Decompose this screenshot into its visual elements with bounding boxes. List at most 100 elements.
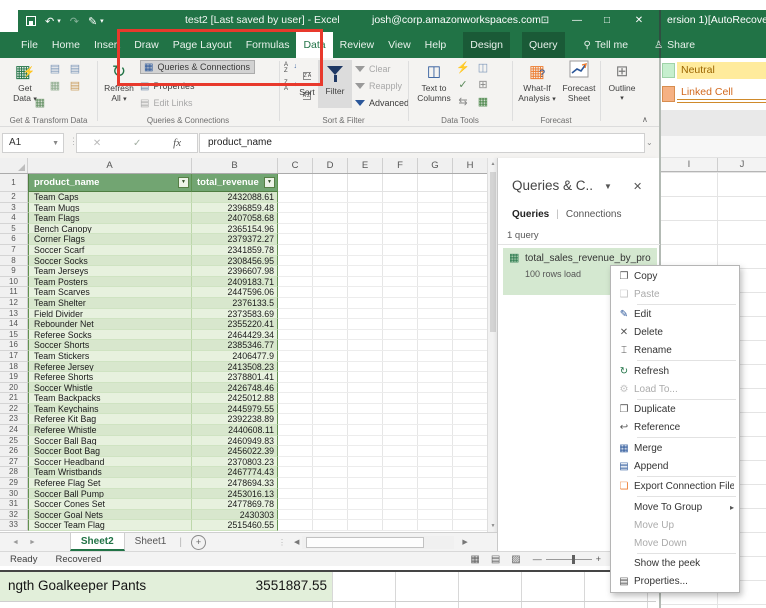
row-number[interactable]: 20: [0, 382, 28, 394]
flash-fill-icon[interactable]: ⚡: [456, 61, 470, 75]
product-name-cell[interactable]: Referee Flag Set: [28, 478, 192, 489]
scrollbar-thumb[interactable]: [489, 172, 496, 332]
table-row[interactable]: 14 Rebounder Net 2355220.41: [0, 319, 488, 330]
ribbon-tab[interactable]: Home: [45, 32, 87, 58]
product-name-cell[interactable]: Soccer Headband: [28, 456, 192, 468]
row-number[interactable]: 5: [0, 223, 28, 235]
product-name-cell[interactable]: Corner Flags: [28, 234, 192, 245]
status-recovered[interactable]: Recovered: [55, 554, 101, 565]
ribbon-tab[interactable]: Review: [333, 32, 381, 58]
row-number[interactable]: 32: [0, 509, 28, 521]
table-row[interactable]: 27 Soccer Headband 2370803.23: [0, 456, 488, 468]
row-number[interactable]: 28: [0, 467, 28, 479]
menu-item[interactable]: Show the peek: [611, 555, 739, 573]
expand-formulabar-icon[interactable]: ⌄: [646, 138, 653, 147]
table-row[interactable]: 10 Team Posters 2409183.71: [0, 276, 488, 288]
edit-links-button[interactable]: ▤ Edit Links: [140, 96, 192, 110]
touch-mode-icon[interactable]: ✎: [88, 15, 97, 28]
formula-input[interactable]: product_name: [199, 133, 645, 153]
total-revenue-cell[interactable]: 2379372.27: [192, 234, 278, 245]
pane-close-icon[interactable]: ✕: [633, 180, 642, 193]
tab-queries[interactable]: Queries: [512, 209, 549, 220]
enter-icon[interactable]: ✓: [133, 138, 141, 149]
product-name-cell[interactable]: Soccer Goal Nets: [28, 509, 192, 521]
redo-icon[interactable]: ↷: [70, 15, 79, 28]
product-name-cell[interactable]: Referee Shorts: [28, 372, 192, 383]
column-header[interactable]: J: [717, 158, 766, 171]
product-name-cell[interactable]: Soccer Socks: [28, 255, 192, 267]
reapply-button[interactable]: Reapply: [355, 79, 402, 93]
column-header[interactable]: D: [313, 158, 348, 173]
total-revenue-cell[interactable]: 2464429.34: [192, 329, 278, 341]
row-number[interactable]: 10: [0, 276, 28, 288]
product-name-cell[interactable]: Soccer Scarf: [28, 244, 192, 256]
tab-connections[interactable]: Connections: [566, 209, 622, 220]
total-revenue-cell[interactable]: 2440608.11: [192, 425, 278, 436]
menu-item[interactable]: ⌶ Rename: [611, 342, 739, 360]
product-name-cell[interactable]: Team Scarves: [28, 287, 192, 298]
product-name-cell[interactable]: Team Flags: [28, 213, 192, 224]
table-row[interactable]: 32 Soccer Goal Nets 2430303: [0, 509, 488, 521]
table-row[interactable]: 5 Bench Canopy 2365154.96: [0, 223, 488, 235]
table-row[interactable]: 3 Team Mugs 2396859.48: [0, 202, 488, 214]
column-header[interactable]: H: [453, 158, 488, 173]
product-name-cell[interactable]: Referee Socks: [28, 329, 192, 341]
total-revenue-cell[interactable]: 2425012.88: [192, 393, 278, 404]
total-revenue-cell[interactable]: 2456022.39: [192, 446, 278, 457]
collapse-ribbon-icon[interactable]: ∧: [642, 115, 648, 124]
hscroll-right-icon[interactable]: ▶: [462, 538, 467, 546]
ribbon-tab[interactable]: Help: [418, 32, 454, 58]
total-revenue-cell[interactable]: 2515460.55: [192, 520, 278, 531]
normal-view-icon[interactable]: ▦: [470, 554, 479, 565]
total-revenue-cell[interactable]: 2392238.89: [192, 414, 278, 426]
table-row[interactable]: 31 Soccer Cones Set 2477869.78: [0, 499, 488, 510]
row-number[interactable]: 23: [0, 414, 28, 426]
advanced-filter-button[interactable]: Advanced: [355, 96, 409, 110]
table-row[interactable]: 22 Team Keychains 2445979.55: [0, 403, 488, 415]
product-name-cell[interactable]: Soccer Ball Bag: [28, 435, 192, 447]
table-row[interactable]: 13 Field Divider 2373583.69: [0, 308, 488, 320]
pane-caret-icon[interactable]: ▼: [604, 182, 612, 191]
forecast-sheet-button[interactable]: Forecast Sheet: [560, 60, 598, 103]
table-row[interactable]: 15 Referee Socks 2464429.34: [0, 329, 488, 341]
row-number[interactable]: 8: [0, 255, 28, 267]
close-icon[interactable]: ✕: [628, 10, 650, 32]
hscroll-left-icon[interactable]: ◀: [294, 538, 299, 546]
zoom-slider[interactable]: — +: [533, 554, 601, 564]
product-name-cell[interactable]: Referee Jersey: [28, 361, 192, 373]
row-number[interactable]: 30: [0, 488, 28, 500]
table-row[interactable]: 19 Referee Shorts 2378801.41: [0, 372, 488, 383]
table-row[interactable]: 30 Soccer Ball Pump 2453016.13: [0, 488, 488, 500]
ribbon-tab[interactable]: Tell me: [577, 32, 636, 58]
name-box[interactable]: A1 ▼: [2, 133, 64, 153]
sheet-nav-right-icon[interactable]: ►: [29, 539, 36, 546]
good-style-chip-fragment[interactable]: [662, 63, 675, 78]
insert-function-icon[interactable]: fx: [173, 137, 181, 149]
save-icon[interactable]: [26, 16, 36, 26]
table-row[interactable]: 6 Corner Flags 2379372.27: [0, 234, 488, 245]
total-revenue-cell[interactable]: 2365154.96: [192, 223, 278, 235]
minimize-icon[interactable]: —: [566, 10, 588, 32]
row-number[interactable]: 2: [0, 192, 28, 203]
remove-duplicates-icon[interactable]: ◫: [476, 61, 490, 75]
product-name-cell[interactable]: Referee Kit Bag: [28, 414, 192, 426]
column-header[interactable]: G: [418, 158, 453, 173]
menu-item[interactable]: Move Down: [611, 534, 739, 552]
total-revenue-cell[interactable]: 2478694.33: [192, 478, 278, 489]
product-name-cell[interactable]: Soccer Ball Pump: [28, 488, 192, 500]
total-revenue-cell[interactable]: 2370803.23: [192, 456, 278, 468]
header-cell-product-name[interactable]: product_name ▼: [28, 174, 192, 192]
row-number[interactable]: 6: [0, 234, 28, 245]
new-sheet-button[interactable]: +: [190, 534, 206, 550]
row-number[interactable]: 15: [0, 329, 28, 341]
page-break-view-icon[interactable]: ▨: [511, 554, 520, 565]
page-layout-view-icon[interactable]: ▤: [491, 554, 500, 565]
menu-item[interactable]: ▦ Merge: [611, 439, 739, 457]
row-number[interactable]: 27: [0, 456, 28, 468]
column-header[interactable]: A: [28, 158, 192, 173]
linked-cell-style-chip[interactable]: Linked Cell: [677, 85, 766, 103]
product-name-cell[interactable]: Soccer Shorts: [28, 340, 192, 351]
column-header[interactable]: E: [348, 158, 383, 173]
menu-item[interactable]: ▤ Properties...: [611, 573, 739, 591]
sheet-nav-left-icon[interactable]: ◄: [12, 539, 19, 546]
